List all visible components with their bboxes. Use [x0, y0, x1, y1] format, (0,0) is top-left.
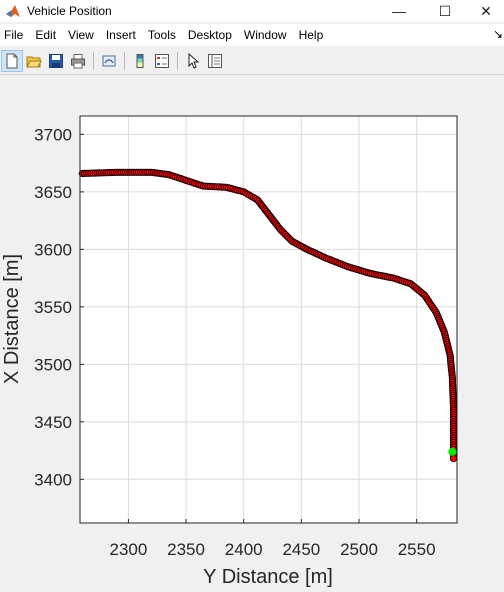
legend-icon[interactable]	[151, 50, 173, 72]
colorbar-icon[interactable]	[129, 50, 151, 72]
title-bar: Vehicle Position — ☐ ✕	[0, 0, 504, 22]
y-tick-label: 3700	[34, 125, 72, 144]
y-tick-label: 3600	[34, 240, 72, 259]
matlab-logo-icon	[6, 5, 20, 17]
save-icon[interactable]	[45, 50, 67, 72]
pointer-icon[interactable]	[182, 50, 204, 72]
menu-desktop[interactable]: Desktop	[182, 24, 238, 46]
open-file-icon[interactable]	[23, 50, 45, 72]
x-axis-label: Y Distance [m]	[203, 566, 333, 587]
y-tick-label: 3400	[34, 470, 72, 489]
property-inspector-icon[interactable]	[204, 50, 226, 72]
menu-file[interactable]: File	[0, 24, 29, 46]
link-plot-icon[interactable]	[98, 50, 120, 72]
toolbar-separator	[93, 52, 94, 70]
x-tick-label: 2450	[282, 540, 320, 559]
axes-background	[80, 116, 457, 523]
menu-edit[interactable]: Edit	[29, 24, 62, 46]
figure-canvas: 2300 2350 2400 2450 2500 2550 3400 3450 3500 3550…	[0, 75, 504, 588]
menu-help[interactable]: Help	[293, 24, 330, 46]
x-tick-label: 2500	[340, 540, 378, 559]
menu-bar: File Edit View Insert Tools Desktop Wind…	[0, 24, 504, 46]
close-button[interactable]: ✕	[468, 0, 504, 22]
y-tick-label: 3500	[34, 355, 72, 374]
menu-insert[interactable]: Insert	[100, 24, 142, 46]
maximize-button[interactable]: ☐	[422, 0, 468, 22]
plot-area[interactable]: 2300 2350 2400 2450 2500 2550 3400 3450 3500 3550…	[0, 75, 504, 588]
x-tick-label: 2400	[225, 540, 263, 559]
y-tick-label: 3450	[34, 413, 72, 432]
minimize-button[interactable]: —	[376, 0, 422, 22]
end-point-marker	[448, 447, 457, 456]
menu-view[interactable]: View	[62, 24, 100, 46]
new-figure-icon[interactable]	[1, 50, 23, 72]
toolbar-separator	[177, 52, 178, 70]
window-title: Vehicle Position	[27, 4, 112, 18]
x-tick-label: 2350	[167, 540, 205, 559]
toolbar-separator	[124, 52, 125, 70]
menu-overflow-arrow-icon[interactable]: ↘	[493, 27, 503, 41]
figure-toolbar	[0, 48, 504, 75]
print-icon[interactable]	[67, 50, 89, 72]
y-tick-label: 3650	[34, 183, 72, 202]
x-tick-label: 2300	[110, 540, 148, 559]
y-axis-label: X Distance [m]	[1, 254, 23, 384]
menu-tools[interactable]: Tools	[142, 24, 182, 46]
menu-window[interactable]: Window	[238, 24, 293, 46]
x-tick-label: 2550	[398, 540, 436, 559]
y-tick-label: 3550	[34, 298, 72, 317]
trajectory-marker	[449, 454, 458, 463]
window-controls: — ☐ ✕	[376, 0, 504, 22]
